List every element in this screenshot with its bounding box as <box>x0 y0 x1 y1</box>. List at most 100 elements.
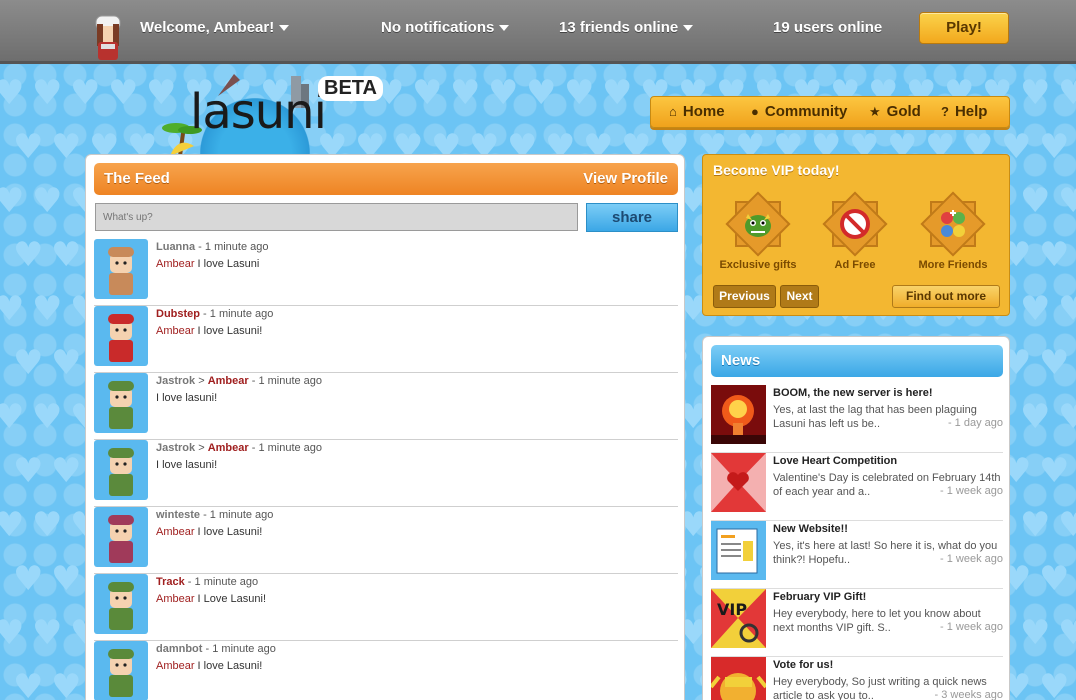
feed-author-link[interactable]: Luanna <box>156 241 195 253</box>
heart-icon: ♥ <box>1058 289 1076 329</box>
feed-author-link[interactable]: damnbot <box>156 643 202 655</box>
news-age: - 1 week ago <box>940 553 1003 565</box>
heart-icon: ♥ <box>13 235 44 275</box>
view-profile-link[interactable]: View Profile <box>583 170 668 187</box>
feed-avatar[interactable] <box>94 574 148 634</box>
feed-recipient-link[interactable]: Ambear <box>156 258 195 270</box>
heart-icon: ♥ <box>1039 667 1070 700</box>
news-item[interactable]: Love Heart Competition Valentine's Day is… <box>711 453 1003 521</box>
heart-icon: ♥ <box>51 127 82 167</box>
feed-item-meta: Luanna - 1 minute ago <box>156 241 269 253</box>
feed-item-meta: winteste - 1 minute ago <box>156 509 273 521</box>
heart-icon: ♥ <box>0 613 25 653</box>
heart-icon: ♥ <box>51 235 82 275</box>
vote-icon[interactable] <box>711 657 766 700</box>
feed-item-meta: Jastrok > Ambear - 1 minute ago <box>156 375 322 387</box>
explosion-icon[interactable] <box>711 385 766 444</box>
heart-icon: ♥ <box>32 181 63 221</box>
feed-avatar[interactable] <box>94 507 148 567</box>
vip-previous-button[interactable]: Previous <box>713 285 776 308</box>
news-title-link[interactable]: Love Heart Competition <box>773 455 897 467</box>
heart-icon: ♥ <box>1039 235 1070 275</box>
heart-icon: ♥ <box>51 667 82 700</box>
feed-item: Track - 1 minute ago Ambear I Love Lasuni! <box>94 574 678 641</box>
feed-author-link[interactable]: Track <box>156 576 185 588</box>
feed-message-text: I Love Lasuni! <box>197 593 267 605</box>
website-icon[interactable] <box>711 521 766 580</box>
heart-icon: ♥ <box>70 73 101 113</box>
heart-icon: ♥ <box>526 73 557 113</box>
user-avatar[interactable] <box>86 14 130 62</box>
feed-avatar[interactable] <box>94 440 148 500</box>
feed-recipient-link[interactable]: Ambear <box>156 526 195 538</box>
heart-icon: ♥ <box>412 73 443 113</box>
notifications-menu[interactable]: No notifications <box>381 19 510 36</box>
feed-message-text: I love Lasuni! <box>197 660 263 672</box>
nav-home-label: Home <box>682 103 725 120</box>
vip-item-label: Ad Free <box>834 259 876 271</box>
nav-home[interactable]: ⌂ Home <box>669 103 725 120</box>
heart-icon: ♥ <box>602 73 633 113</box>
feed-separator: - <box>200 308 210 320</box>
heart-icon: ♥ <box>13 667 44 700</box>
dragon-icon <box>725 191 791 257</box>
friends-online-menu[interactable]: 13 friends online <box>559 19 694 36</box>
feed-time: 1 minute ago <box>212 643 276 655</box>
feed-avatar[interactable] <box>94 239 148 299</box>
heart-icon[interactable] <box>711 453 766 512</box>
heart-icon: ♥ <box>1020 181 1051 221</box>
heart-icon: ♥ <box>1020 289 1051 329</box>
news-age: - 1 day ago <box>947 417 1003 429</box>
news-item[interactable]: New Website!! Yes, it's here at last! So … <box>711 521 1003 589</box>
feed-recipient-link[interactable]: Ambear <box>156 593 195 605</box>
vip-next-button[interactable]: Next <box>780 285 819 308</box>
news-title-link[interactable]: BOOM, the new server is here! <box>773 387 933 399</box>
feed-avatar[interactable] <box>94 641 148 700</box>
news-item[interactable]: VIP February VIP Gift! Hey everybody, here… <box>711 589 1003 657</box>
feed-avatar[interactable] <box>94 373 148 433</box>
nav-gold[interactable]: ★ Gold <box>869 103 921 120</box>
vip-ad-free[interactable]: Ad Free <box>816 191 894 273</box>
news-title-link[interactable]: Vote for us! <box>773 659 833 671</box>
vip-gift-icon[interactable]: VIP <box>711 589 766 648</box>
feed-time: 1 minute ago <box>258 442 323 454</box>
feed-avatar[interactable] <box>94 306 148 366</box>
feed-arrow: > <box>195 375 208 387</box>
feed-separator: - <box>200 509 210 521</box>
heart-icon: ♥ <box>1058 73 1076 113</box>
feed-author-link[interactable]: winteste <box>156 509 200 521</box>
status-input[interactable] <box>95 203 578 231</box>
feed-recipient-link[interactable]: Ambear <box>156 325 195 337</box>
feed-message: Ambear I love Lasuni! <box>156 660 262 672</box>
news-title-link[interactable]: New Website!! <box>773 523 848 535</box>
play-button[interactable]: Play! <box>919 12 1009 44</box>
heart-icon: ♥ <box>13 127 44 167</box>
feed-author-link[interactable]: Jastrok <box>156 375 195 387</box>
news-title-link[interactable]: February VIP Gift! <box>773 591 866 603</box>
nav-help-label: Help <box>954 103 988 120</box>
site-logo[interactable]: lasuni BETA <box>150 70 383 160</box>
heart-icon: ♥ <box>1020 613 1051 653</box>
feed-author-link[interactable]: Dubstep <box>156 308 200 320</box>
share-button[interactable]: share <box>586 203 678 232</box>
feed-recipient-link[interactable]: Ambear <box>208 442 249 454</box>
feed-recipient-link[interactable]: Ambear <box>156 660 195 672</box>
news-item[interactable]: BOOM, the new server is here! Yes, at las… <box>711 385 1003 453</box>
vip-item-label: Exclusive gifts <box>719 259 797 271</box>
news-item[interactable]: Vote for us! Hey everybody, So just writi… <box>711 657 1003 700</box>
nav-help[interactable]: ? Help <box>941 103 987 120</box>
person-icon: ● <box>751 104 759 119</box>
feed-recipient-link[interactable]: Ambear <box>208 375 249 387</box>
heart-icon: ♥ <box>1039 343 1070 383</box>
vip-more-friends[interactable]: More Friends <box>914 191 992 273</box>
feed-author-link[interactable]: Jastrok <box>156 442 195 454</box>
welcome-menu[interactable]: Welcome, Ambear! <box>140 19 290 36</box>
heart-icon: ♥ <box>1020 73 1051 113</box>
question-icon: ? <box>941 104 949 119</box>
find-out-more-button[interactable]: Find out more <box>892 285 1000 308</box>
vip-exclusive-gifts[interactable]: Exclusive gifts <box>719 191 797 273</box>
nav-community[interactable]: ● Community <box>751 103 847 120</box>
feed-separator: - <box>184 576 195 588</box>
home-icon: ⌂ <box>669 104 677 119</box>
heart-icon: ♥ <box>1039 127 1070 167</box>
